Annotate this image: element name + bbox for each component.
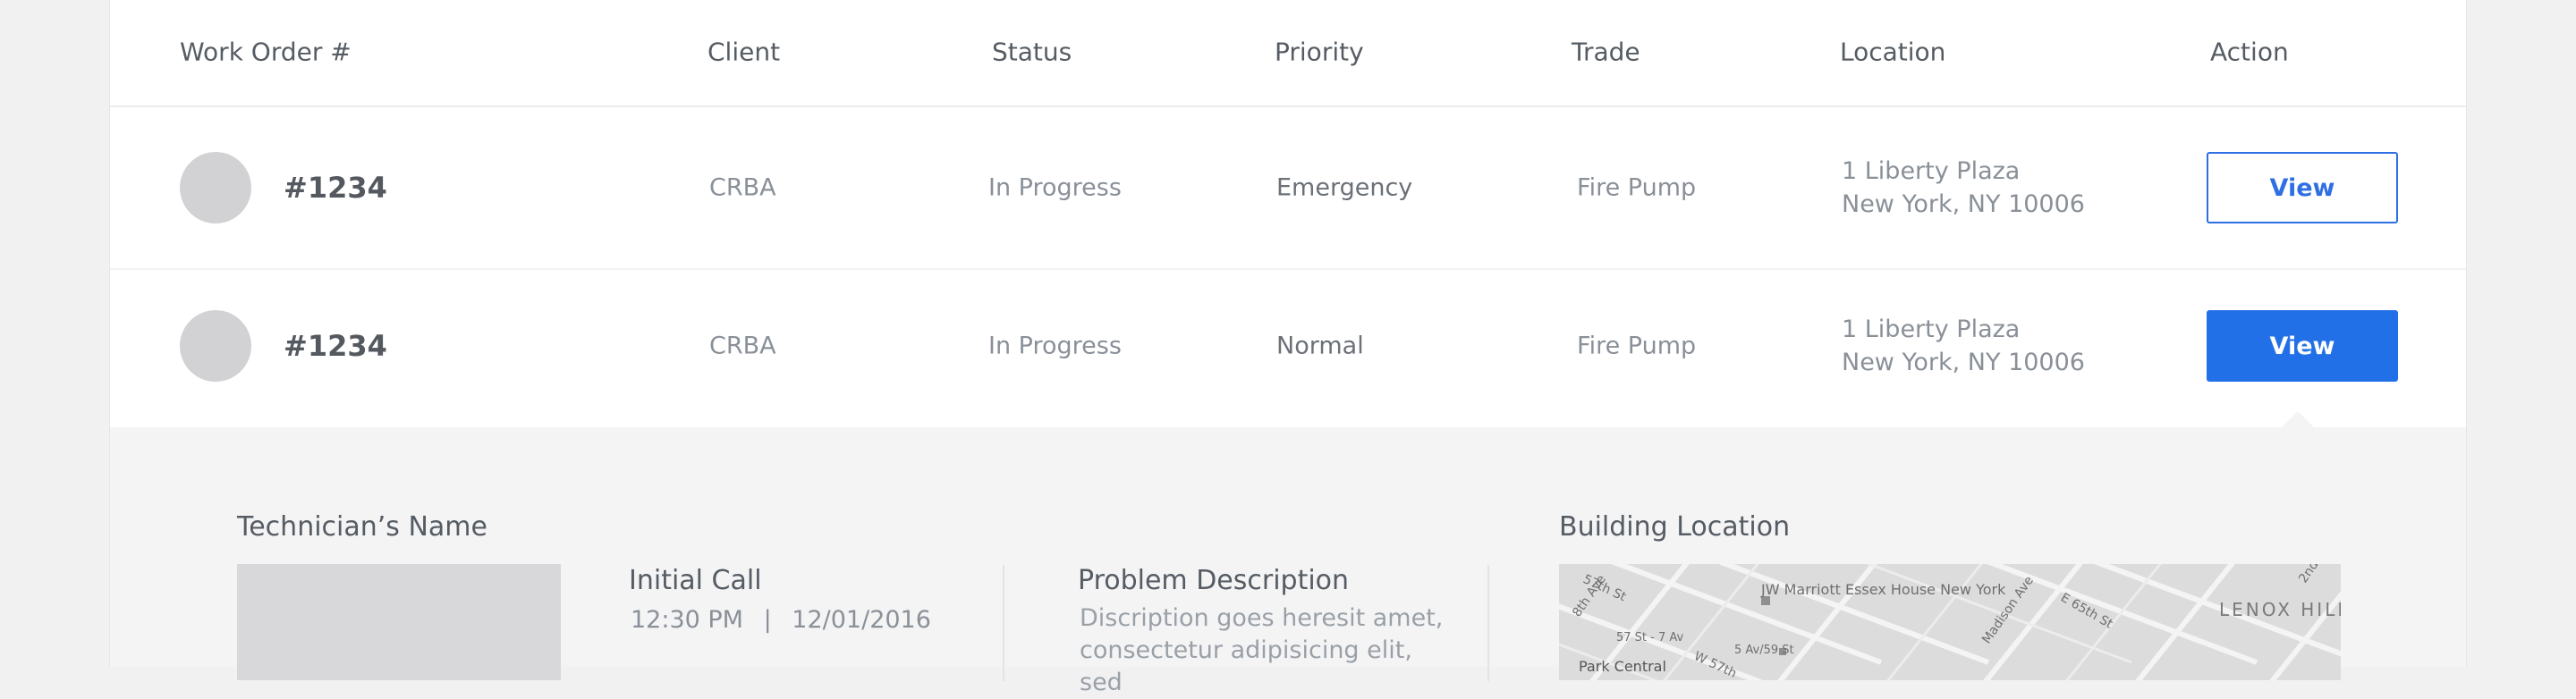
table-row[interactable]: #1234 CRBA In Progress Emergency Fire Pu…	[110, 107, 2466, 270]
location-cell: 1 Liberty Plaza New York, NY 10006	[1842, 155, 2085, 221]
status-cell: In Progress	[988, 332, 1122, 360]
priority-cell: Normal	[1276, 332, 1364, 360]
datetime-separator: |	[763, 606, 772, 634]
work-order-detail-panel: Technician’s Name Initial Call 12:30 PM …	[110, 427, 2466, 696]
map-label-57-st-7-av: 57 St - 7 Av	[1616, 631, 1684, 644]
column-divider	[1487, 565, 1489, 681]
column-header-priority[interactable]: Priority	[1275, 38, 1364, 67]
client-cell: CRBA	[709, 332, 776, 360]
location-line1: 1 Liberty Plaza	[1842, 316, 2021, 343]
location-line2: New York, NY 10006	[1842, 190, 2085, 218]
column-header-client[interactable]: Client	[708, 38, 780, 67]
trade-cell: Fire Pump	[1577, 173, 1697, 202]
column-header-trade[interactable]: Trade	[1572, 38, 1640, 67]
initial-call-time: 12:30 PM	[631, 606, 743, 634]
building-location-map[interactable]: JW Marriott Essex House New York Park Ce…	[1559, 564, 2341, 680]
status-cell: In Progress	[988, 173, 1122, 202]
problem-description-text: Discription goes heresit amet, consectet…	[1080, 604, 1444, 696]
location-line1: 1 Liberty Plaza	[1842, 157, 2021, 185]
technician-name-label: Technician’s Name	[237, 511, 487, 543]
trade-cell: Fire Pump	[1577, 332, 1697, 360]
table-header: Work Order # Client Status Priority Trad…	[110, 0, 2466, 107]
building-location-label: Building Location	[1559, 511, 1791, 543]
column-header-work-order[interactable]: Work Order #	[180, 38, 352, 67]
map-graphic: JW Marriott Essex House New York Park Ce…	[1559, 564, 2341, 680]
column-header-status[interactable]: Status	[992, 38, 1072, 67]
technician-photo	[237, 564, 561, 680]
work-order-number: #1234	[284, 171, 387, 205]
work-orders-card: Work Order # Client Status Priority Trad…	[109, 0, 2467, 696]
column-divider	[1003, 565, 1004, 681]
column-header-location[interactable]: Location	[1840, 38, 1945, 67]
client-cell: CRBA	[709, 173, 776, 202]
avatar	[180, 310, 251, 382]
view-button-active[interactable]: View	[2207, 310, 2398, 382]
column-header-action: Action	[2210, 37, 2289, 67]
initial-call-label: Initial Call	[629, 565, 762, 596]
map-label-5-av-59-st: 5 Av/59 St	[1734, 644, 1794, 657]
view-button[interactable]: View	[2207, 152, 2398, 223]
priority-cell: Emergency	[1276, 173, 1413, 202]
work-order-number: #1234	[284, 329, 387, 363]
location-cell: 1 Liberty Plaza New York, NY 10006	[1842, 313, 2085, 379]
map-label-jw-marriott: JW Marriott Essex House New York	[1760, 581, 2006, 598]
detail-pointer	[2282, 411, 2314, 427]
map-label-lenox-hill: LENOX HILL	[2219, 599, 2341, 620]
initial-call-datetime: 12:30 PM | 12/01/2016	[631, 606, 931, 634]
location-line2: New York, NY 10006	[1842, 349, 2085, 376]
table-row[interactable]: #1234 CRBA In Progress Normal Fire Pump …	[110, 265, 2466, 427]
avatar	[180, 152, 251, 223]
initial-call-date: 12/01/2016	[792, 606, 931, 634]
problem-description-label: Problem Description	[1078, 565, 1350, 596]
